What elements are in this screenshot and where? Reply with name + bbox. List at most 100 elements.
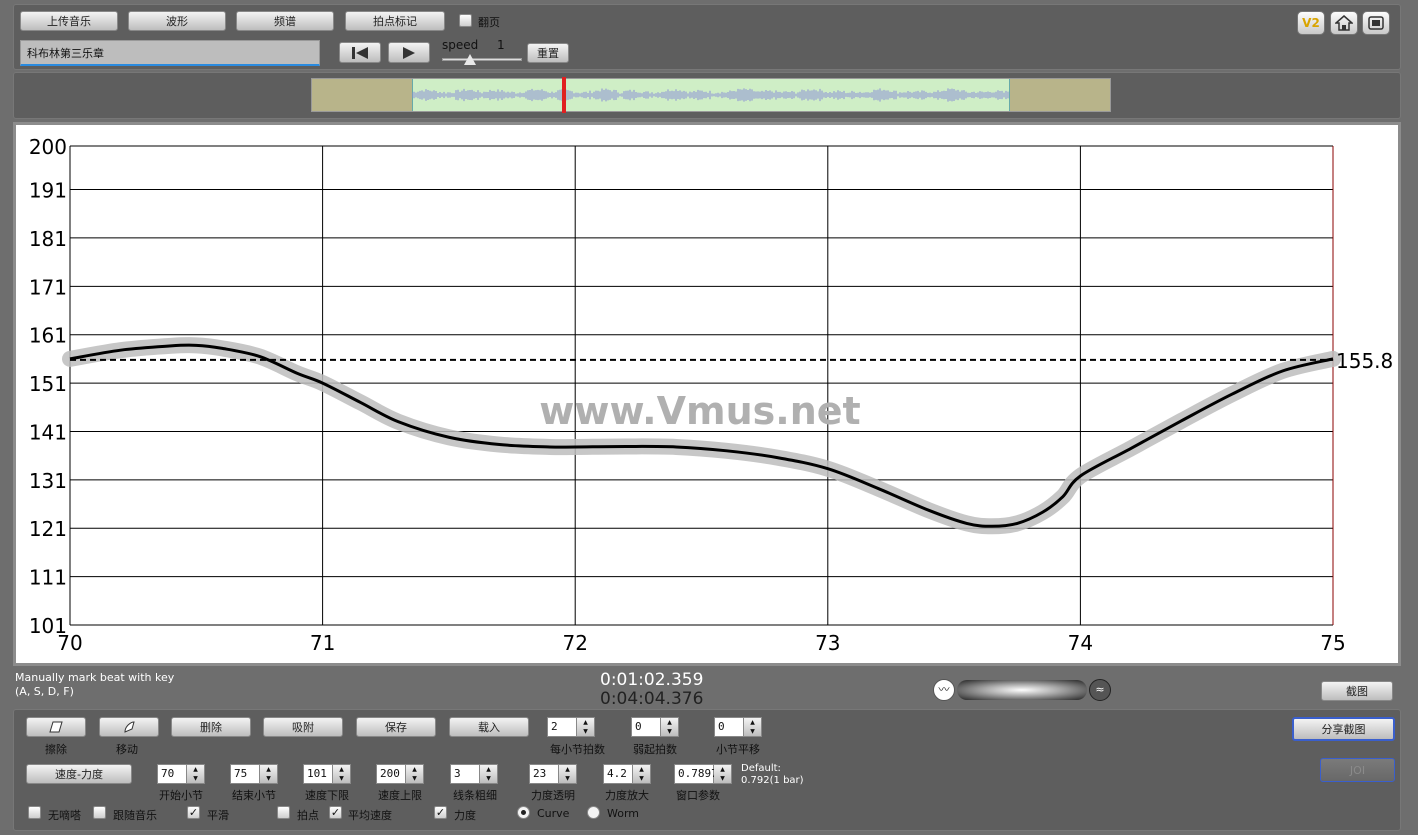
current-time: 0:01:02.359 bbox=[600, 670, 704, 690]
volume-control[interactable]: 〰 ≈ bbox=[933, 679, 1111, 701]
y-tick-label: 111 bbox=[29, 566, 67, 590]
y-tick-label: 141 bbox=[29, 420, 67, 444]
screenshot-button[interactable]: 截图 bbox=[1321, 681, 1393, 701]
follow-music-checkbox[interactable] bbox=[93, 806, 106, 819]
bar-shift-arrows[interactable]: ▲ ▼ bbox=[744, 717, 762, 737]
no-metronome-checkbox[interactable] bbox=[28, 806, 41, 819]
x-tick-label: 70 bbox=[57, 631, 82, 655]
beats-per-bar-arrows[interactable]: ▲ ▼ bbox=[577, 717, 595, 737]
audio-icon: ≈ bbox=[1089, 679, 1111, 701]
speed-label: speed bbox=[442, 38, 479, 52]
save-button[interactable]: 保存 bbox=[356, 717, 436, 737]
window-param-input[interactable]: 0.7897 bbox=[674, 764, 718, 784]
bar-shift-stepper[interactable]: 0 ▲ ▼ bbox=[714, 717, 762, 737]
window-param-arrows[interactable]: ▲ ▼ bbox=[714, 764, 732, 784]
dyn-scale-arrows[interactable]: ▲ ▼ bbox=[633, 764, 651, 784]
reset-button[interactable]: 重置 bbox=[527, 43, 569, 63]
speed-slider-thumb[interactable] bbox=[464, 54, 476, 65]
x-tick-label: 71 bbox=[310, 631, 335, 655]
tempo-min-stepper[interactable]: 101 ▲ ▼ bbox=[303, 764, 351, 784]
start-bar-stepper[interactable]: 70 ▲ ▼ bbox=[157, 764, 205, 784]
beats-per-bar-stepper[interactable]: 2 ▲ ▼ bbox=[547, 717, 595, 737]
erase-button[interactable] bbox=[26, 717, 86, 737]
spectrum-button[interactable]: 频谱 bbox=[236, 11, 334, 31]
hint-line-2: (A, S, D, F) bbox=[15, 685, 74, 698]
y-tick-label: 131 bbox=[29, 469, 67, 493]
dyn-scale-stepper[interactable]: 4.2 ▲ ▼ bbox=[603, 764, 651, 784]
home-icon[interactable] bbox=[1330, 11, 1358, 35]
speed-slider[interactable] bbox=[442, 54, 522, 66]
tempo-max-arrows[interactable]: ▲ ▼ bbox=[406, 764, 424, 784]
adsorb-button[interactable]: 吸附 bbox=[263, 717, 343, 737]
volume-slider[interactable] bbox=[957, 680, 1087, 700]
y-tick-label: 151 bbox=[29, 372, 67, 396]
line-width-stepper[interactable]: 3 ▲ ▼ bbox=[450, 764, 498, 784]
tempo-dynamics-button[interactable]: 速度-力度 bbox=[26, 764, 132, 784]
weak-beats-input[interactable]: 0 bbox=[631, 717, 661, 737]
title-input[interactable]: 科布林第三乐章 bbox=[20, 40, 320, 66]
end-bar-stepper[interactable]: 75 ▲ ▼ bbox=[230, 764, 278, 784]
avg-tempo-checkbox[interactable]: ✓ bbox=[329, 806, 342, 819]
playhead-marker[interactable] bbox=[562, 77, 566, 113]
move-button[interactable] bbox=[99, 717, 159, 737]
curve-radio-dot bbox=[521, 810, 526, 815]
x-tick-label: 75 bbox=[1320, 631, 1345, 655]
start-bar-arrows[interactable]: ▲ ▼ bbox=[187, 764, 205, 784]
follow-music-label: 跟随音乐 bbox=[113, 809, 157, 822]
load-button[interactable]: 载入 bbox=[449, 717, 529, 737]
beats-per-bar-input[interactable]: 2 bbox=[547, 717, 577, 737]
smooth-label: 平滑 bbox=[207, 809, 229, 822]
start-bar-input[interactable]: 70 bbox=[157, 764, 187, 784]
skip-start-icon bbox=[352, 46, 368, 59]
bar-shift-input[interactable]: 0 bbox=[714, 717, 744, 737]
share-screenshot-button[interactable]: 分享截图 bbox=[1292, 717, 1395, 741]
fullscreen-icon[interactable] bbox=[1362, 11, 1390, 35]
tempo-min-arrows[interactable]: ▲ ▼ bbox=[333, 764, 351, 784]
dyn-transparency-stepper[interactable]: 23 ▲ ▼ bbox=[529, 764, 577, 784]
bar-shift-label: 小节平移 bbox=[716, 743, 760, 756]
top-toolbar: 上传音乐 波形 频谱 拍点标记 翻页 科布林第三乐章 speed 1 重置 V2 bbox=[13, 4, 1401, 70]
beats-per-bar-label: 每小节拍数 bbox=[550, 743, 605, 756]
curve-radio[interactable] bbox=[517, 806, 530, 819]
smooth-checkbox[interactable]: ✓ bbox=[187, 806, 200, 819]
beat-mark-button[interactable]: 拍点标记 bbox=[345, 11, 445, 31]
delete-button[interactable]: 删除 bbox=[171, 717, 251, 737]
tempo-max-label: 速度上限 bbox=[378, 789, 422, 802]
v2-icon[interactable]: V2 bbox=[1297, 11, 1325, 35]
skip-start-button[interactable] bbox=[339, 42, 381, 63]
end-bar-input[interactable]: 75 bbox=[230, 764, 260, 784]
waveform-button[interactable]: 波形 bbox=[128, 11, 226, 31]
tempo-chart[interactable]: 155.8 1011111211311411511611711811912007… bbox=[16, 125, 1398, 663]
default-line-2: 0.792(1 bar) bbox=[741, 775, 804, 786]
page-flip-label: 翻页 bbox=[478, 16, 500, 29]
tempo-max-input[interactable]: 200 bbox=[376, 764, 406, 784]
worm-label: Worm bbox=[607, 807, 640, 820]
weak-beats-stepper[interactable]: 0 ▲ ▼ bbox=[631, 717, 679, 737]
tempo-max-stepper[interactable]: 200 ▲ ▼ bbox=[376, 764, 424, 784]
worm-radio[interactable] bbox=[587, 806, 600, 819]
window-param-stepper[interactable]: 0.7897 ▲ ▼ bbox=[674, 764, 732, 784]
dyn-transparency-input[interactable]: 23 bbox=[529, 764, 559, 784]
dynamics-checkbox[interactable]: ✓ bbox=[434, 806, 447, 819]
x-tick-label: 74 bbox=[1068, 631, 1093, 655]
end-bar-arrows[interactable]: ▲ ▼ bbox=[260, 764, 278, 784]
beat-point-checkbox[interactable] bbox=[277, 806, 290, 819]
line-width-arrows[interactable]: ▲ ▼ bbox=[480, 764, 498, 784]
waveform-overview[interactable] bbox=[311, 77, 1111, 113]
disabled-button: JOI bbox=[1320, 758, 1395, 782]
y-tick-label: 181 bbox=[29, 227, 67, 251]
x-tick-label: 72 bbox=[562, 631, 587, 655]
hint-line-1: Manually mark beat with key bbox=[15, 671, 175, 684]
dyn-scale-input[interactable]: 4.2 bbox=[603, 764, 633, 784]
start-bar-label: 开始小节 bbox=[159, 789, 203, 802]
play-button[interactable] bbox=[388, 42, 430, 63]
dyn-transparency-arrows[interactable]: ▲ ▼ bbox=[559, 764, 577, 784]
upload-music-button[interactable]: 上传音乐 bbox=[20, 11, 118, 31]
dynamics-band bbox=[62, 337, 1341, 535]
weak-beats-arrows[interactable]: ▲ ▼ bbox=[661, 717, 679, 737]
tempo-min-input[interactable]: 101 bbox=[303, 764, 333, 784]
avg-tempo-label: 平均速度 bbox=[348, 809, 392, 822]
beat-point-label: 拍点 bbox=[297, 809, 319, 822]
page-flip-checkbox[interactable] bbox=[459, 14, 472, 27]
line-width-input[interactable]: 3 bbox=[450, 764, 480, 784]
